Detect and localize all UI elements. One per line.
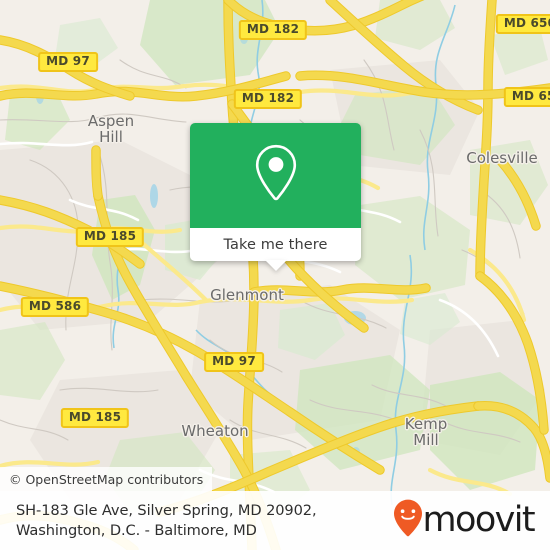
route-shield-md-185[interactable]: MD 185: [75, 227, 145, 247]
route-shield-md-185[interactable]: MD 185: [60, 408, 130, 428]
osm-attribution-text: © OpenStreetMap contributors: [9, 471, 204, 487]
map-pin-icon: [253, 143, 299, 208]
osm-attribution[interactable]: © OpenStreetMap contributors: [0, 467, 213, 491]
map-callout-card[interactable]: Take me there: [190, 123, 361, 271]
moovit-pin-icon: [392, 498, 424, 543]
moovit-logo[interactable]: moovit: [392, 498, 550, 543]
route-shield-md-182[interactable]: MD 182: [233, 89, 303, 109]
callout-footer[interactable]: Take me there: [190, 228, 361, 271]
callout-header: [190, 123, 361, 228]
take-me-there-button[interactable]: Take me there: [223, 237, 327, 253]
moovit-wordmark: moovit: [422, 500, 536, 540]
map-screenshot: .pk { fill:#cfe6bd; } .pk2 { fill:#d9ead…: [0, 0, 550, 550]
route-shield-md-650[interactable]: MD 650: [503, 87, 550, 107]
route-shield-md-586[interactable]: MD 586: [20, 297, 90, 317]
route-shield-md-182[interactable]: MD 182: [238, 20, 308, 40]
address-text: SH-183 Gle Ave, Silver Spring, MD 20902,…: [16, 501, 317, 539]
route-shield-md-650[interactable]: MD 650: [495, 14, 550, 34]
callout-pointer-tail: [264, 260, 287, 271]
route-shield-md-97[interactable]: MD 97: [38, 52, 98, 72]
bottom-info-bar: SH-183 Gle Ave, Silver Spring, MD 20902,…: [0, 491, 550, 550]
route-shield-md-97[interactable]: MD 97: [204, 352, 264, 372]
